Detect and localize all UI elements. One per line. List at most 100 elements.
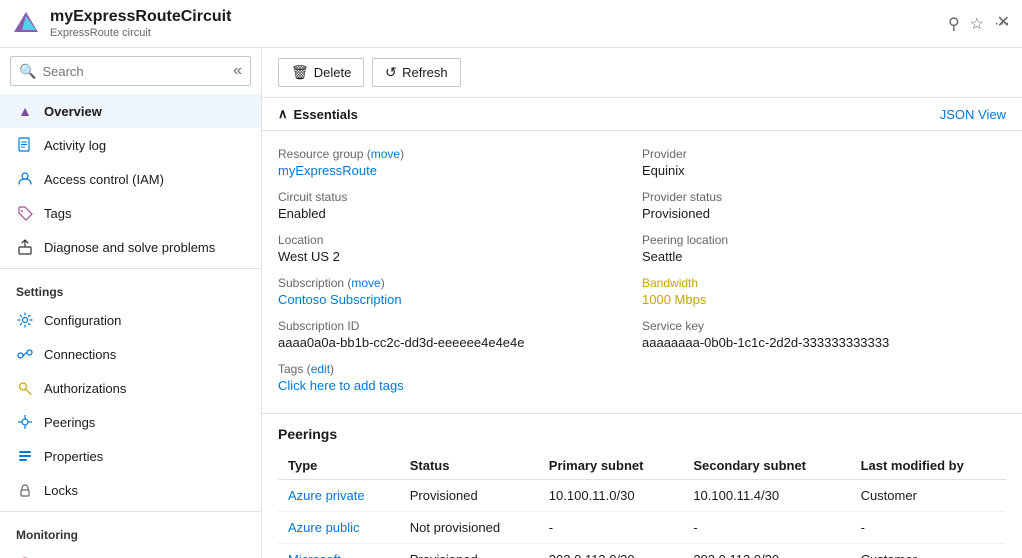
sidebar-item-diagnose[interactable]: Diagnose and solve problems — [0, 230, 261, 264]
col-header-last-modified: Last modified by — [851, 452, 1006, 480]
essentials-title-text: Essentials — [294, 107, 358, 122]
overview-icon: ▲ — [16, 102, 34, 120]
sidebar: 🔍 « ▲ Overview Activity log Access contr… — [0, 48, 262, 558]
peering-type-link-2[interactable]: Microsoft — [288, 552, 341, 558]
resource-group-move-link[interactable]: move — [371, 147, 400, 161]
sidebar-label-locks: Locks — [44, 483, 78, 498]
peering-secondary-1: - — [683, 512, 850, 544]
essentials-header: ∧ Essentials JSON View — [262, 98, 1022, 131]
col-header-primary-subnet: Primary subnet — [539, 452, 684, 480]
essentials-title: ∧ Essentials — [278, 106, 358, 122]
insights-icon — [16, 554, 34, 558]
essentials-col-left: Resource group (move) myExpressRoute Cir… — [278, 143, 642, 401]
properties-icon — [16, 447, 34, 465]
star-icon[interactable]: ☆ — [970, 14, 984, 34]
refresh-icon: ↻ — [385, 64, 397, 81]
collapse-sidebar-button[interactable]: « — [233, 62, 242, 80]
essentials-item-service-key: Service key aaaaaaaa-0b0b-1c1c-2d2d-3333… — [642, 315, 1006, 358]
essentials-chevron[interactable]: ∧ — [278, 106, 288, 122]
pin-icon[interactable]: ⚲ — [948, 14, 960, 34]
peerings-table: Type Status Primary subnet Secondary sub… — [278, 452, 1006, 558]
essentials-item-bandwidth: Bandwidth 1000 Mbps — [642, 272, 1006, 315]
sidebar-item-access-control[interactable]: Access control (IAM) — [0, 162, 261, 196]
col-header-type: Type — [278, 452, 400, 480]
col-header-secondary-subnet: Secondary subnet — [683, 452, 850, 480]
sidebar-item-activity-log[interactable]: Activity log — [0, 128, 261, 162]
bandwidth-value: 1000 Mbps — [642, 292, 1006, 307]
essentials-item-circuit-status: Circuit status Enabled — [278, 186, 642, 229]
peerings-table-row: Azure private Provisioned 10.100.11.0/30… — [278, 480, 1006, 512]
resource-group-link[interactable]: myExpressRoute — [278, 163, 377, 178]
provider-value: Equinix — [642, 163, 1006, 178]
refresh-label: Refresh — [402, 65, 448, 80]
subscription-link[interactable]: Contoso Subscription — [278, 292, 402, 307]
peering-modified-1: - — [851, 512, 1006, 544]
col-header-status: Status — [400, 452, 539, 480]
essentials-item-location: Location West US 2 — [278, 229, 642, 272]
configuration-icon — [16, 311, 34, 329]
peering-modified-0: Customer — [851, 480, 1006, 512]
peerings-header-row: Type Status Primary subnet Secondary sub… — [278, 452, 1006, 480]
sidebar-item-locks[interactable]: Locks — [0, 473, 261, 507]
essentials-item-subscription: Subscription (move) Contoso Subscription — [278, 272, 642, 315]
main-layout: 🔍 « ▲ Overview Activity log Access contr… — [0, 48, 1022, 558]
sidebar-item-insights[interactable]: Insights — [0, 546, 261, 558]
peering-type-0: Azure private — [278, 480, 400, 512]
title-bar: myExpressRouteCircuit ExpressRoute circu… — [0, 0, 1022, 48]
tags-edit-link[interactable]: edit — [311, 362, 330, 376]
essentials-item-tags: Tags (edit) Click here to add tags — [278, 358, 642, 401]
sidebar-item-tags[interactable]: Tags — [0, 196, 261, 230]
search-input[interactable] — [42, 64, 233, 79]
activity-log-icon — [16, 136, 34, 154]
essentials-item-provider: Provider Equinix — [642, 143, 1006, 186]
location-value: West US 2 — [278, 249, 642, 264]
connections-icon — [16, 345, 34, 363]
peerings-icon — [16, 413, 34, 431]
peering-status-2: Provisioned — [400, 544, 539, 558]
essentials-item-provider-status: Provider status Provisioned — [642, 186, 1006, 229]
json-view-link[interactable]: JSON View — [940, 107, 1006, 122]
peering-primary-0: 10.100.11.0/30 — [539, 480, 684, 512]
peerings-table-row: Microsoft Provisioned 203.0.113.0/30 203… — [278, 544, 1006, 558]
sidebar-label-overview: Overview — [44, 104, 102, 119]
app-logo — [12, 10, 40, 38]
sidebar-item-authorizations[interactable]: Authorizations — [0, 371, 261, 405]
sidebar-item-overview[interactable]: ▲ Overview — [0, 94, 261, 128]
search-box[interactable]: 🔍 « — [10, 56, 251, 86]
peering-modified-2: Customer — [851, 544, 1006, 558]
sidebar-label-connections: Connections — [44, 347, 116, 362]
search-icon: 🔍 — [19, 63, 36, 80]
sidebar-item-connections[interactable]: Connections — [0, 337, 261, 371]
sidebar-item-configuration[interactable]: Configuration — [0, 303, 261, 337]
settings-section-title: Settings — [0, 273, 261, 303]
subscription-move-link[interactable]: move — [351, 276, 380, 290]
sidebar-item-peerings[interactable]: Peerings — [0, 405, 261, 439]
sidebar-label-activity-log: Activity log — [44, 138, 106, 153]
sidebar-item-properties[interactable]: Properties — [0, 439, 261, 473]
delete-button[interactable]: 🗑 Delete — [278, 58, 364, 87]
close-button[interactable]: ✕ — [997, 12, 1010, 32]
circuit-status-value: Enabled — [278, 206, 642, 221]
refresh-button[interactable]: ↻ Refresh — [372, 58, 460, 87]
provider-status-value: Provisioned — [642, 206, 1006, 221]
essentials-item-resource-group: Resource group (move) myExpressRoute — [278, 143, 642, 186]
monitoring-section-title: Monitoring — [0, 516, 261, 546]
peering-type-link-0[interactable]: Azure private — [288, 488, 365, 503]
monitoring-divider — [0, 511, 261, 512]
peerings-section-title: Peerings — [278, 426, 1006, 442]
peering-type-2: Microsoft — [278, 544, 400, 558]
settings-divider — [0, 268, 261, 269]
essentials-grid: Resource group (move) myExpressRoute Cir… — [262, 131, 1022, 414]
subscription-id-value: aaaa0a0a-bb1b-cc2c-dd3d-eeeeee4e4e4e — [278, 335, 642, 350]
title-info: myExpressRouteCircuit ExpressRoute circu… — [50, 8, 938, 39]
add-tags-link[interactable]: Click here to add tags — [278, 378, 404, 393]
sidebar-label-configuration: Configuration — [44, 313, 121, 328]
peerings-table-body: Azure private Provisioned 10.100.11.0/30… — [278, 480, 1006, 558]
tags-icon — [16, 204, 34, 222]
sidebar-label-diagnose: Diagnose and solve problems — [44, 240, 215, 255]
peering-primary-1: - — [539, 512, 684, 544]
peering-type-link-1[interactable]: Azure public — [288, 520, 360, 535]
peering-secondary-0: 10.100.11.4/30 — [683, 480, 850, 512]
sidebar-label-tags: Tags — [44, 206, 71, 221]
peering-status-0: Provisioned — [400, 480, 539, 512]
